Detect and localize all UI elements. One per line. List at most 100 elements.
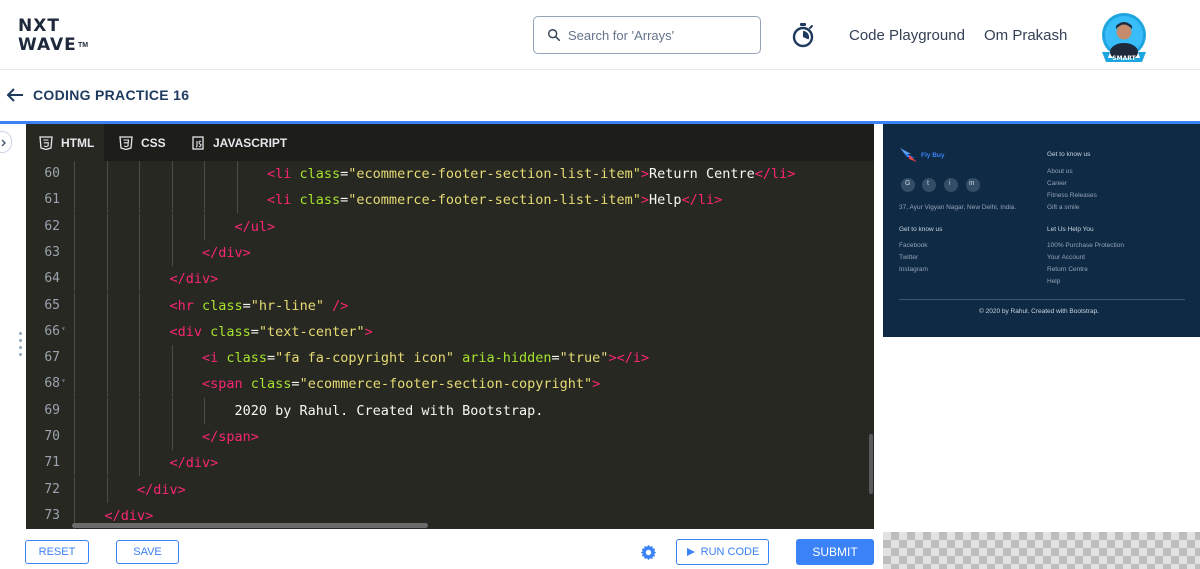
indent-guide [204, 397, 205, 424]
vertical-scrollbar[interactable] [869, 434, 873, 494]
tab-css[interactable]: CSS [106, 124, 176, 161]
logo-tm: TM [78, 42, 89, 49]
indent-guide [74, 318, 75, 345]
indent-guide [74, 371, 75, 398]
search-input[interactable] [568, 25, 753, 45]
run-code-label: RUN CODE [700, 546, 760, 558]
indent-guide [106, 187, 108, 214]
code-editor[interactable]: HTML CSS JAVASCRIPT 60 <li class="ecommer… [26, 124, 874, 529]
code-line[interactable]: 65 <hr class="hr-line" /> [26, 292, 874, 319]
indent-guide [139, 213, 140, 240]
collapse-sidebar-button[interactable] [0, 131, 12, 153]
code-token: 2020 by Rahul. Created with Bootstrap. [234, 402, 544, 419]
preview-col3-heading: Let Us Help You [1047, 226, 1094, 233]
tab-javascript[interactable]: JAVASCRIPT [178, 124, 288, 161]
code-token: /> [332, 297, 349, 314]
back-arrow-icon[interactable] [6, 87, 24, 103]
indent-guide [139, 292, 140, 319]
top-header: NXT WAVE TM Code Playground Om Prakash S… [0, 0, 1200, 70]
tab-javascript-label: JAVASCRIPT [213, 135, 288, 150]
indent-guide [236, 161, 238, 187]
indent-guide [106, 371, 108, 398]
indent-guide [139, 318, 140, 345]
code-line[interactable]: 69 2020 by Rahul. Created with Bootstrap. [26, 397, 874, 424]
preview-col2-item: Fitness Releases [1047, 192, 1097, 199]
code-text: <li class="ecommerce-footer-section-list… [267, 166, 795, 182]
output-preview[interactable]: Fly Buy G t i in 37, Ayur Vigyan Nagar, … [883, 124, 1200, 569]
code-text: </div> [137, 482, 186, 498]
stopwatch-icon[interactable] [791, 22, 815, 48]
fold-toggle-icon[interactable]: ▾ [61, 324, 66, 333]
horizontal-scrollbar[interactable] [72, 523, 428, 528]
code-line[interactable]: 66 ▾ <div class="text-center"> [26, 318, 874, 345]
reset-button[interactable]: RESET [25, 540, 89, 564]
code-text: <hr class="hr-line" /> [170, 298, 349, 314]
line-number: 61 [44, 192, 60, 208]
code-line[interactable]: 62 </ul> [26, 213, 874, 240]
indent-guide [171, 371, 173, 398]
submit-button[interactable]: SUBMIT [796, 539, 874, 565]
indent-guide [139, 450, 140, 477]
indent-guide [106, 345, 108, 372]
save-button[interactable]: SAVE [116, 540, 179, 564]
indent-guide [139, 187, 140, 214]
code-token: "true" [559, 350, 609, 367]
code-token: "ecommerce-footer-section-list-item" [348, 166, 641, 182]
code-text: </div> [170, 455, 219, 471]
preview-col2-item: Career [1047, 180, 1067, 187]
code-token: </ul> [234, 218, 276, 235]
code-line[interactable]: 67 <i class="fa fa-copyright icon" aria-h… [26, 345, 874, 372]
indent-guide [139, 397, 140, 424]
code-line[interactable]: 70 </span> [26, 424, 874, 450]
code-line[interactable]: 71 </div> [26, 450, 874, 477]
play-icon [686, 548, 695, 556]
code-line[interactable]: 60 <li class="ecommerce-footer-section-li… [26, 161, 874, 187]
code-token: class [210, 323, 251, 340]
code-playground-link[interactable]: Code Playground [849, 27, 965, 44]
code-token: <div [169, 323, 211, 340]
indent-guide [171, 239, 173, 266]
gear-icon[interactable] [640, 544, 657, 561]
code-text: <i class="fa fa-copyright icon" aria-hid… [202, 350, 649, 366]
line-number: 70 [44, 429, 60, 444]
run-code-button[interactable]: RUN CODE [676, 539, 769, 565]
code-line[interactable]: 63 </div> [26, 239, 874, 266]
search-box[interactable] [533, 16, 761, 54]
tab-html[interactable]: HTML [26, 124, 104, 161]
code-token: "hr-line" [250, 297, 324, 314]
indent-guide [204, 187, 205, 214]
tab-html-label: HTML [61, 135, 95, 150]
code-token: <i [202, 350, 227, 367]
indent-guide [106, 476, 108, 503]
indent-guide [171, 213, 173, 240]
code-token: "ecommerce-footer-section-list-item" [348, 192, 641, 209]
code-token: </div> [202, 244, 251, 261]
code-line[interactable]: 61 <li class="ecommerce-footer-section-li… [26, 187, 874, 214]
line-number: 63 [44, 244, 60, 260]
code-line[interactable]: 68 ▾ <span class="ecommerce-footer-section… [26, 371, 874, 398]
nxtwave-logo[interactable]: NXT WAVE TM [18, 16, 98, 55]
line-number: 64 [44, 271, 60, 287]
user-name[interactable]: Om Prakash [984, 27, 1067, 44]
line-number: 72 [44, 481, 60, 497]
code-line[interactable]: 72 </div> [26, 476, 874, 503]
fold-toggle-icon[interactable]: ▾ [61, 376, 66, 385]
drag-handle-left[interactable] [19, 332, 22, 362]
code-token: Return Centre [649, 166, 755, 182]
line-number: 67 [44, 350, 60, 366]
code-line[interactable]: 64 </div> [26, 266, 874, 293]
html5-icon [39, 135, 53, 150]
code-token: class [299, 192, 341, 209]
code-token: = [291, 376, 300, 393]
code-token: > [640, 192, 650, 209]
indent-guide [106, 424, 108, 450]
preview-col1-heading: Get to know us [899, 226, 943, 233]
flybuy-logo-icon [900, 148, 917, 162]
code-area[interactable]: 60 <li class="ecommerce-footer-section-li… [26, 161, 874, 529]
code-token: = [250, 323, 259, 340]
preview-col2-heading: Get to know us [1047, 151, 1091, 158]
user-avatar[interactable]: SMART [1096, 12, 1152, 62]
editor-tabs: HTML CSS JAVASCRIPT [26, 124, 874, 161]
code-token: <hr [169, 297, 203, 314]
page-title: CODING PRACTICE 16 [33, 87, 190, 103]
